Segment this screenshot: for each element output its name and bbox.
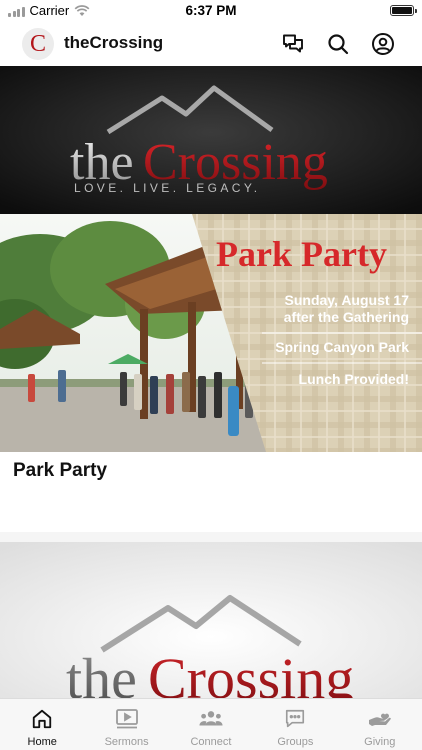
profile-icon[interactable]	[370, 31, 396, 57]
church-banner[interactable]: the Crossing LOVE. LIVE. LEGACY.	[0, 66, 422, 214]
church-banner-light[interactable]: the Crossing	[0, 542, 422, 700]
tab-home[interactable]: Home	[0, 699, 84, 750]
event-image[interactable]: Park Party Sunday, August 17 after the G…	[0, 214, 422, 452]
tab-sermons[interactable]: Sermons	[84, 699, 168, 750]
tab-label-sermons: Sermons	[104, 736, 149, 748]
tab-giving[interactable]: Giving	[338, 699, 422, 750]
people-icon	[199, 708, 223, 730]
home-icon	[30, 708, 54, 730]
tab-label-groups: Groups	[277, 736, 314, 748]
event-location: Spring Canyon Park	[275, 339, 409, 355]
event-date-line1: Sunday, August 17	[285, 292, 410, 308]
app-header: C theCrossing	[0, 22, 422, 66]
event-note: Lunch Provided!	[299, 371, 409, 387]
brand-the-light: the	[66, 646, 137, 700]
event-date-line2: after the Gathering	[284, 309, 409, 325]
brand-tagline: LOVE. LIVE. LEGACY.	[74, 181, 260, 195]
video-icon	[115, 708, 139, 730]
logo-letter: C	[29, 30, 46, 57]
message-icon	[283, 708, 307, 730]
section-separator	[0, 532, 422, 542]
event-card-title[interactable]: Park Party	[13, 460, 107, 482]
chat-icon[interactable]	[280, 31, 306, 57]
clock: 6:37 PM	[185, 3, 237, 18]
giving-hand-icon	[368, 708, 392, 730]
app-logo[interactable]: C	[22, 28, 54, 60]
app-title: theCrossing	[64, 33, 164, 52]
tab-connect[interactable]: Connect	[169, 699, 253, 750]
search-icon[interactable]	[325, 31, 351, 57]
tab-bar: Home Sermons Connect Groups Giving	[0, 698, 422, 750]
tab-label-giving: Giving	[364, 736, 396, 748]
event-headline: Park Party	[216, 234, 387, 274]
tab-label-home: Home	[27, 736, 57, 748]
battery-icon	[390, 5, 417, 16]
brand-crossing-light: Crossing	[148, 646, 354, 700]
tab-groups[interactable]: Groups	[253, 699, 337, 750]
tab-label-connect: Connect	[190, 736, 232, 748]
status-bar: Carrier 6:37 PM	[0, 0, 422, 22]
